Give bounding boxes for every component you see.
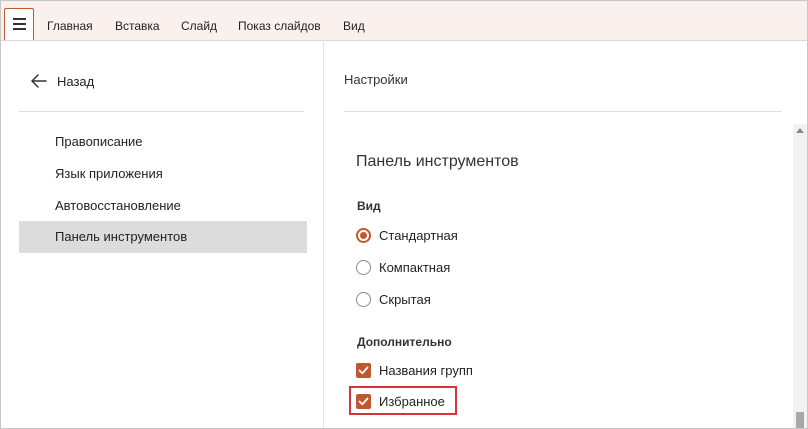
radio-hidden[interactable]: Скрытая xyxy=(356,290,431,308)
nav-item-spelling[interactable]: Правописание xyxy=(19,126,307,158)
checkbox-label: Названия групп xyxy=(379,362,473,378)
settings-content-panel: Настройки Панель инструментов Вид Станда… xyxy=(325,42,807,428)
scroll-thumb[interactable] xyxy=(796,412,804,428)
radio-button[interactable] xyxy=(356,291,371,307)
view-group-label: Вид xyxy=(357,199,381,213)
divider xyxy=(19,111,304,112)
divider xyxy=(344,111,782,112)
checkbox-checked[interactable] xyxy=(356,393,371,409)
settings-title: Настройки xyxy=(344,72,408,87)
vertical-scrollbar[interactable] xyxy=(793,124,807,428)
settings-nav-panel: Назад Правописание Язык приложения Автов… xyxy=(1,42,324,428)
arrow-left-icon xyxy=(31,74,47,88)
menu-item-slide[interactable]: Слайд xyxy=(181,19,217,33)
menu-item-view[interactable]: Вид xyxy=(343,19,365,33)
radio-standard[interactable]: Стандартная xyxy=(356,226,458,244)
checkbox-favorites[interactable]: Избранное xyxy=(356,392,445,410)
checkbox-checked[interactable] xyxy=(356,362,371,378)
menu-item-slideshow[interactable]: Показ слайдов xyxy=(238,19,321,33)
radio-compact[interactable]: Компактная xyxy=(356,258,450,276)
radio-label: Скрытая xyxy=(379,291,431,307)
checkbox-group-names[interactable]: Названия групп xyxy=(356,361,473,379)
hamburger-bar xyxy=(13,23,26,25)
hamburger-bar xyxy=(13,28,26,30)
radio-button-checked[interactable] xyxy=(356,227,371,243)
scroll-up-arrow-icon[interactable] xyxy=(796,128,804,133)
back-label: Назад xyxy=(57,73,95,89)
checkmark-icon xyxy=(358,366,369,374)
nav-item-app-language[interactable]: Язык приложения xyxy=(19,158,307,190)
hamburger-icon[interactable] xyxy=(4,8,34,40)
section-title: Панель инструментов xyxy=(356,153,519,170)
radio-label: Стандартная xyxy=(379,227,458,243)
hamburger-bar xyxy=(13,18,26,20)
checkbox-label: Избранное xyxy=(379,393,445,409)
app-window: Главная Вставка Слайд Показ слайдов Вид … xyxy=(0,0,808,429)
menu-item-home[interactable]: Главная xyxy=(47,19,93,33)
menu-bar: Главная Вставка Слайд Показ слайдов Вид xyxy=(1,1,807,41)
menu-item-insert[interactable]: Вставка xyxy=(115,19,160,33)
extra-group-label: Дополнительно xyxy=(357,335,452,349)
checkmark-icon xyxy=(358,397,369,405)
nav-item-toolbar[interactable]: Панель инструментов xyxy=(19,221,307,253)
radio-label: Компактная xyxy=(379,259,451,275)
nav-item-autorecovery[interactable]: Автовосстановление xyxy=(19,190,307,222)
back-button[interactable]: Назад xyxy=(31,72,94,90)
radio-button[interactable] xyxy=(356,259,371,275)
